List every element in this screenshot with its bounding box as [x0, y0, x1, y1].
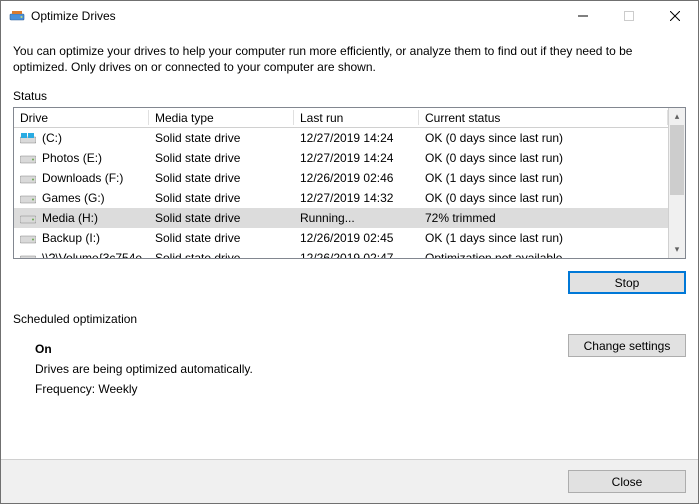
drive-label: Downloads (F:) [42, 171, 123, 185]
drive-label: (C:) [42, 131, 62, 145]
drive-icon [20, 193, 36, 205]
drive-label: Games (G:) [42, 191, 105, 205]
status-cell: 72% trimmed [419, 211, 668, 225]
schedule-frequency: Frequency: Weekly [35, 382, 568, 396]
media-cell: Solid state drive [149, 251, 294, 258]
last-run-cell: 12/26/2019 02:47 [294, 251, 419, 258]
table-row[interactable]: (C:) Solid state drive12/27/2019 14:24OK … [14, 128, 668, 148]
media-cell: Solid state drive [149, 191, 294, 205]
optimize-drives-window: Optimize Drives You can optimize your dr… [0, 0, 699, 504]
last-run-cell: 12/26/2019 02:46 [294, 171, 419, 185]
change-settings-button[interactable]: Change settings [568, 334, 686, 357]
drive-icon [20, 253, 36, 258]
status-cell: Optimization not available [419, 251, 668, 258]
drive-label: Backup (I:) [42, 231, 100, 245]
status-cell: OK (0 days since last run) [419, 131, 668, 145]
table-row[interactable]: Backup (I:) Solid state drive12/26/2019 0… [14, 228, 668, 248]
drive-cell: Backup (I:) [14, 231, 149, 245]
status-cell: OK (0 days since last run) [419, 191, 668, 205]
drive-cell: Downloads (F:) [14, 171, 149, 185]
last-run-cell: 12/27/2019 14:32 [294, 191, 419, 205]
close-button[interactable]: Close [568, 470, 686, 493]
media-cell: Solid state drive [149, 131, 294, 145]
close-window-button[interactable] [652, 1, 698, 31]
drive-icon [20, 153, 36, 165]
last-run-cell: 12/27/2019 14:24 [294, 151, 419, 165]
drive-cell: Games (G:) [14, 191, 149, 205]
media-cell: Solid state drive [149, 171, 294, 185]
table-row[interactable]: Games (G:) Solid state drive12/27/2019 14… [14, 188, 668, 208]
col-last-header[interactable]: Last run [294, 108, 419, 127]
os-drive-icon [20, 133, 36, 145]
scheduled-optimization-label: Scheduled optimization [13, 312, 686, 326]
drive-cell: \\?\Volume{3c754e [14, 251, 149, 258]
drive-label: Media (H:) [42, 211, 98, 225]
app-icon [9, 8, 25, 24]
table-row[interactable]: Downloads (F:) Solid state drive12/26/201… [14, 168, 668, 188]
minimize-button[interactable] [560, 1, 606, 31]
last-run-cell: 12/26/2019 02:45 [294, 231, 419, 245]
table-row[interactable]: \\?\Volume{3c754e Solid state drive12/26/… [14, 248, 668, 258]
scroll-thumb[interactable] [670, 125, 684, 195]
scroll-down-button[interactable]: ▾ [669, 241, 685, 258]
status-cell: OK (1 days since last run) [419, 171, 668, 185]
status-cell: OK (0 days since last run) [419, 151, 668, 165]
drive-icon [20, 173, 36, 185]
status-label: Status [13, 89, 686, 103]
schedule-state: On [35, 342, 568, 356]
status-cell: OK (1 days since last run) [419, 231, 668, 245]
footer: Close [1, 459, 698, 503]
last-run-cell: 12/27/2019 14:24 [294, 131, 419, 145]
table-header: Drive Media type Last run Current status [14, 108, 668, 128]
table-row[interactable]: Media (H:) Solid state driveRunning...72%… [14, 208, 668, 228]
schedule-info: On Drives are being optimized automatica… [13, 330, 568, 402]
drive-icon [20, 233, 36, 245]
window-title: Optimize Drives [31, 9, 560, 23]
last-run-cell: Running... [294, 211, 419, 225]
window-buttons [560, 1, 698, 31]
col-media-header[interactable]: Media type [149, 108, 294, 127]
col-drive-header[interactable]: Drive [14, 108, 149, 127]
scroll-up-button[interactable]: ▴ [669, 108, 685, 125]
table-row[interactable]: Photos (E:) Solid state drive12/27/2019 1… [14, 148, 668, 168]
titlebar: Optimize Drives [1, 1, 698, 31]
drive-cell: Media (H:) [14, 211, 149, 225]
drive-cell: Photos (E:) [14, 151, 149, 165]
drives-table: Drive Media type Last run Current status… [13, 107, 686, 259]
maximize-button [606, 1, 652, 31]
drive-label: \\?\Volume{3c754e [42, 251, 142, 258]
media-cell: Solid state drive [149, 211, 294, 225]
scroll-track[interactable] [669, 125, 685, 241]
drive-icon [20, 213, 36, 225]
media-cell: Solid state drive [149, 231, 294, 245]
drive-cell: (C:) [14, 131, 149, 145]
vertical-scrollbar[interactable]: ▴ ▾ [668, 108, 685, 258]
col-status-header[interactable]: Current status [419, 108, 668, 127]
description-text: You can optimize your drives to help you… [13, 43, 686, 75]
media-cell: Solid state drive [149, 151, 294, 165]
schedule-desc: Drives are being optimized automatically… [35, 362, 568, 376]
drive-label: Photos (E:) [42, 151, 102, 165]
stop-button[interactable]: Stop [568, 271, 686, 294]
